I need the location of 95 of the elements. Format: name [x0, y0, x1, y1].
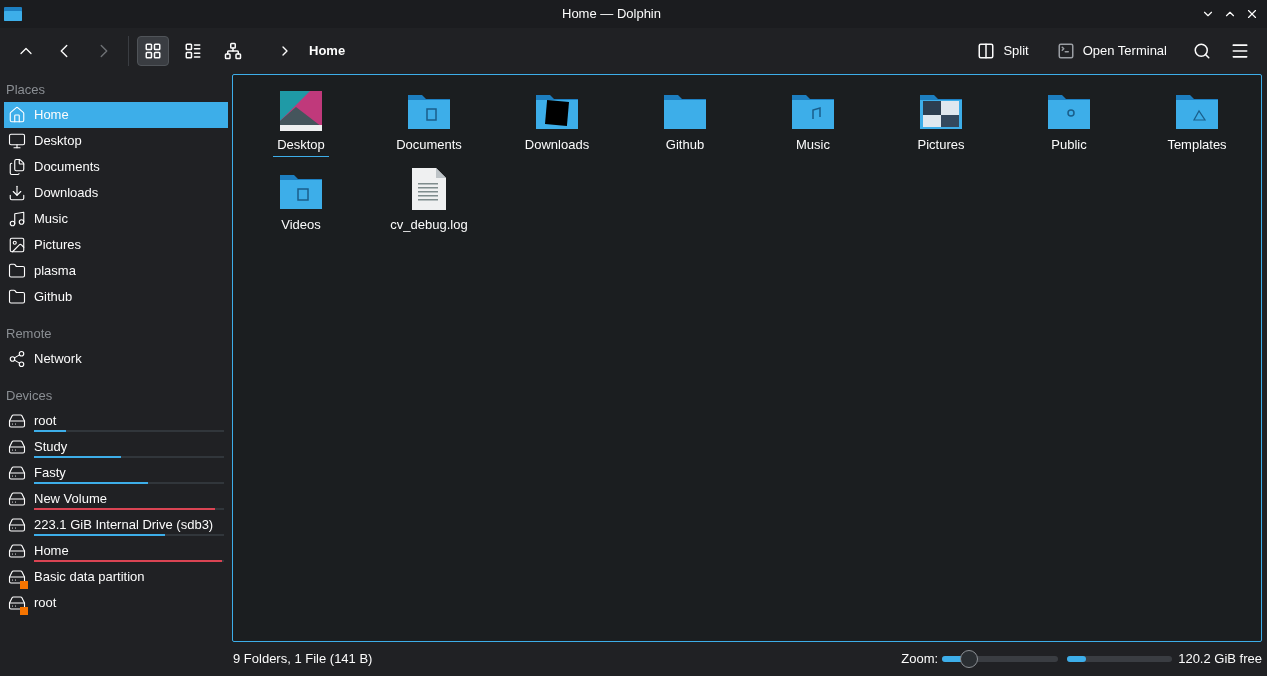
section-heading: Remote — [5, 325, 53, 343]
free-space-label: 120.2 GiB free — [1178, 650, 1262, 669]
file-item[interactable]: Github — [621, 87, 749, 167]
sidebar-item-label: Music — [34, 210, 69, 227]
file-item[interactable]: Music — [749, 87, 877, 167]
file-name: Pictures — [916, 136, 966, 154]
tree-view-icon — [224, 42, 242, 60]
folder-app-icon — [4, 6, 22, 22]
sidebar-item[interactable]: Study — [4, 434, 228, 460]
sidebar-item[interactable]: Pictures — [4, 232, 228, 258]
drive-icon — [8, 490, 26, 508]
sidebar-item[interactable]: Github — [4, 284, 228, 310]
sidebar-item[interactable]: Documents — [4, 154, 228, 180]
folder-icon — [8, 262, 26, 280]
search-icon — [1193, 42, 1211, 60]
sidebar-item-label: 223.1 GiB Internal Drive (sdb3) — [34, 516, 215, 533]
sidebar-item[interactable]: Downloads — [4, 180, 228, 206]
sidebar-item[interactable]: Fasty — [4, 460, 228, 486]
home-icon — [8, 106, 26, 124]
file-name: Desktop — [273, 135, 329, 157]
file-name: Music — [795, 136, 831, 154]
sidebar-item[interactable]: plasma — [4, 258, 228, 284]
file-name: Templates — [1166, 136, 1228, 154]
sidebar-item-label: Home — [34, 542, 70, 559]
zoom-label: Zoom: — [901, 650, 939, 669]
breadcrumb-item[interactable]: Home — [309, 41, 346, 61]
file-name: Videos — [280, 216, 322, 234]
sidebar-item-label: Github — [34, 288, 74, 305]
sidebar-item[interactable]: Network — [4, 346, 228, 372]
drive-icon — [8, 594, 26, 612]
status-summary: 9 Folders, 1 File (141 B) — [233, 650, 373, 669]
menu-icon — [1230, 41, 1250, 61]
file-item[interactable]: Downloads — [493, 87, 621, 167]
sidebar-item-label: Network — [34, 350, 83, 367]
grid-view-icon — [144, 42, 162, 60]
file-item[interactable]: Public — [1005, 87, 1133, 167]
close-button[interactable] — [1245, 7, 1259, 21]
sidebar-item-label: Basic data partition — [34, 568, 146, 585]
file-name: Documents — [395, 136, 463, 154]
drive-icon — [8, 464, 26, 482]
picture-icon — [8, 236, 26, 254]
drive-icon — [8, 412, 26, 430]
sidebar-item[interactable]: Music — [4, 206, 228, 232]
list-view-icon — [184, 42, 202, 60]
file-name: cv_debug.log — [389, 216, 469, 234]
desktop-icon — [280, 91, 322, 131]
sidebar-item-label: plasma — [34, 262, 77, 279]
sidebar-item[interactable]: Home — [4, 538, 228, 564]
sidebar-item[interactable]: 223.1 GiB Internal Drive (sdb3) — [4, 512, 228, 538]
download-icon — [8, 184, 26, 202]
file-item[interactable]: Templates — [1133, 87, 1261, 167]
terminal-icon — [1056, 42, 1075, 60]
split-button[interactable]: Split — [973, 37, 1033, 65]
drive-icon — [8, 542, 26, 560]
drive-icon — [8, 516, 26, 534]
folder-icon — [8, 288, 26, 306]
sidebar-item-label: root — [34, 594, 58, 611]
drive-icon — [8, 438, 26, 456]
slider-handle[interactable] — [959, 650, 978, 668]
section-heading: Places — [5, 81, 47, 99]
section-heading: Devices — [5, 387, 54, 405]
sidebar-item[interactable]: Desktop — [4, 128, 228, 154]
file-name: Public — [1050, 136, 1088, 154]
file-item[interactable]: Desktop — [237, 87, 365, 167]
file-item[interactable]: cv_debug.log — [365, 167, 493, 247]
open-terminal-button[interactable]: Open Terminal — [1052, 37, 1171, 65]
sidebar-item-label: Desktop — [34, 132, 83, 149]
file-name: Downloads — [523, 136, 591, 154]
close-icon — [1245, 7, 1259, 21]
drive-icon — [8, 568, 26, 586]
music-note-icon — [8, 210, 26, 228]
text-file-icon — [411, 167, 447, 211]
file-item[interactable]: Documents — [365, 87, 493, 167]
network-icon — [8, 350, 26, 368]
sidebar-item-label: Pictures — [34, 236, 82, 253]
sidebar-item[interactable]: root — [4, 590, 228, 616]
zoom-slider[interactable] — [942, 649, 1059, 669]
window-title: Home — Dolphin — [561, 5, 662, 24]
sidebar-item-label: root — [34, 412, 58, 429]
file-item[interactable]: Pictures — [877, 87, 1005, 167]
sidebar-item[interactable]: Basic data partition — [4, 564, 228, 590]
sidebar-item-label: Fasty — [34, 464, 67, 481]
file-name: Github — [664, 136, 706, 154]
file-item[interactable]: Videos — [237, 167, 365, 247]
sidebar-item[interactable]: New Volume — [4, 486, 228, 512]
sidebar-item-label: Downloads — [34, 184, 100, 201]
sidebar-item-label: Documents — [34, 158, 101, 175]
sidebar-item-label: Study — [34, 438, 69, 455]
sidebar-item-label: Home — [34, 106, 70, 123]
documents-icon — [8, 158, 26, 176]
sidebar-item-label: New Volume — [34, 490, 108, 507]
monitor-icon — [8, 132, 26, 150]
view-mode-button[interactable] — [137, 36, 169, 66]
sidebar-item[interactable]: root — [4, 408, 228, 434]
split-view-icon — [977, 42, 996, 60]
